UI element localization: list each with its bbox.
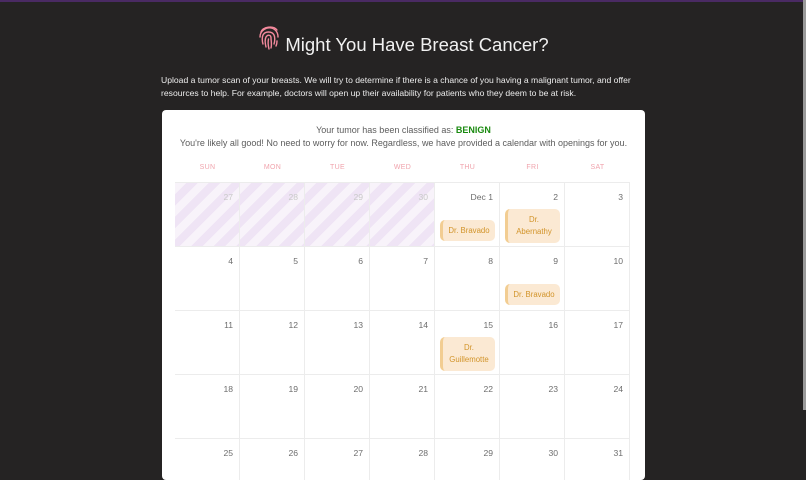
day-number: 6 (358, 256, 363, 266)
day-number: 8 (488, 256, 493, 266)
calendar-day-cell[interactable]: 17 (565, 310, 630, 374)
calendar-day-cell[interactable]: 28 (240, 182, 305, 246)
day-number: 27 (353, 448, 363, 458)
calendar-day-cell[interactable]: 22 (435, 374, 500, 438)
day-number: 2 (553, 192, 558, 202)
calendar-day-cell[interactable]: 21 (370, 374, 435, 438)
day-number: 16 (548, 320, 558, 330)
day-number: 7 (423, 256, 428, 266)
calendar-day-cell[interactable]: 4 (175, 246, 240, 310)
day-number: 27 (223, 192, 233, 202)
day-number: 30 (548, 448, 558, 458)
calendar-day-cell[interactable]: 6 (305, 246, 370, 310)
calendar-day-cell[interactable]: 24 (565, 374, 630, 438)
calendar-day-cell[interactable]: 3 (565, 182, 630, 246)
day-number: 4 (228, 256, 233, 266)
result-card: Your tumor has been classified as: BENIG… (162, 110, 645, 480)
calendar-day-cell[interactable]: 10 (565, 246, 630, 310)
calendar-day-cell[interactable]: 12 (240, 310, 305, 374)
day-number: 25 (223, 448, 233, 458)
appointment-slot[interactable]: Dr. Guillemotte (440, 337, 495, 371)
calendar-day-cell[interactable]: 27 (305, 438, 370, 480)
day-number: 12 (288, 320, 298, 330)
day-number: 3 (618, 192, 623, 202)
calendar-day-cell[interactable]: 16 (500, 310, 565, 374)
weekday-header-sat: SAT (590, 164, 605, 171)
day-number: 11 (224, 320, 233, 330)
day-number: 5 (293, 256, 298, 266)
day-number: 29 (353, 192, 363, 202)
weekday-header-sun: SUN (199, 164, 216, 171)
calendar-day-cell[interactable]: 31 (565, 438, 630, 480)
classification-prefix: Your tumor has been classified as: (316, 125, 454, 135)
appointment-slot[interactable]: Dr. Bravado (440, 220, 495, 241)
calendar-day-cell[interactable]: 19 (240, 374, 305, 438)
calendar-day-cell[interactable]: 26 (240, 438, 305, 480)
calendar-day-cell[interactable]: 11 (175, 310, 240, 374)
calendar-day-cell[interactable]: 30 (370, 182, 435, 246)
classification-line: Your tumor has been classified as: BENIG… (162, 124, 645, 137)
day-number: 22 (483, 384, 493, 394)
calendar-day-cell[interactable]: 27 (175, 182, 240, 246)
page-title: Might You Have Breast Cancer? (285, 34, 549, 55)
calendar-day-cell[interactable]: 14 (370, 310, 435, 374)
calendar-day-cell[interactable]: 29 (305, 182, 370, 246)
calendar-day-cell[interactable]: 20 (305, 374, 370, 438)
calendar-day-cell[interactable]: 29 (435, 438, 500, 480)
calendar-day-cell[interactable]: 7 (370, 246, 435, 310)
calendar-day-cell[interactable]: 8 (435, 246, 500, 310)
day-number: 13 (353, 320, 363, 330)
day-number: 21 (418, 384, 428, 394)
weekday-header-thu: THU (459, 164, 476, 171)
day-number: 10 (613, 256, 623, 266)
day-number: Dec 1 (470, 192, 493, 202)
day-number: 14 (418, 320, 428, 330)
day-number: 24 (613, 384, 623, 394)
intro-text: Upload a tumor scan of your breasts. We … (161, 75, 631, 99)
day-number: 19 (288, 384, 298, 394)
day-number: 17 (613, 320, 623, 330)
day-number: 28 (288, 192, 298, 202)
weekday-header-fri: FRI (526, 164, 539, 171)
weekday-header-mon: MON (263, 164, 282, 171)
day-number: 26 (288, 448, 298, 458)
day-number: 18 (223, 384, 233, 394)
calendar-day-cell[interactable]: 5 (240, 246, 305, 310)
result-panel: Your tumor has been classified as: BENIG… (162, 124, 645, 150)
calendar-day-cell[interactable]: 23 (500, 374, 565, 438)
calendar-day-cell[interactable]: 13 (305, 310, 370, 374)
classification-badge: BENIGN (455, 125, 491, 135)
top-accent-line (0, 0, 806, 2)
day-number: 30 (418, 192, 428, 202)
day-number: 23 (548, 384, 558, 394)
calendar-day-cell[interactable]: 18 (175, 374, 240, 438)
calendar-day-cell[interactable]: 30 (500, 438, 565, 480)
day-number: 9 (553, 256, 558, 266)
weekday-header-wed: WED (393, 164, 412, 171)
calendar-day-cell[interactable]: 28 (370, 438, 435, 480)
day-number: 31 (613, 448, 623, 458)
day-number: 29 (483, 448, 493, 458)
day-number: 20 (353, 384, 363, 394)
appointment-slot[interactable]: Dr. Bravado (505, 284, 560, 305)
calendar-day-cell[interactable]: 25 (175, 438, 240, 480)
day-number: 15 (483, 320, 493, 330)
day-number: 28 (418, 448, 428, 458)
result-message: You're likely all good! No need to worry… (179, 138, 628, 148)
appointment-slot[interactable]: Dr. Abernathy (505, 209, 560, 243)
page-header: Might You Have Breast Cancer? (0, 24, 806, 55)
weekday-header-tue: TUE (330, 164, 345, 171)
fingerprint-icon (259, 26, 280, 50)
